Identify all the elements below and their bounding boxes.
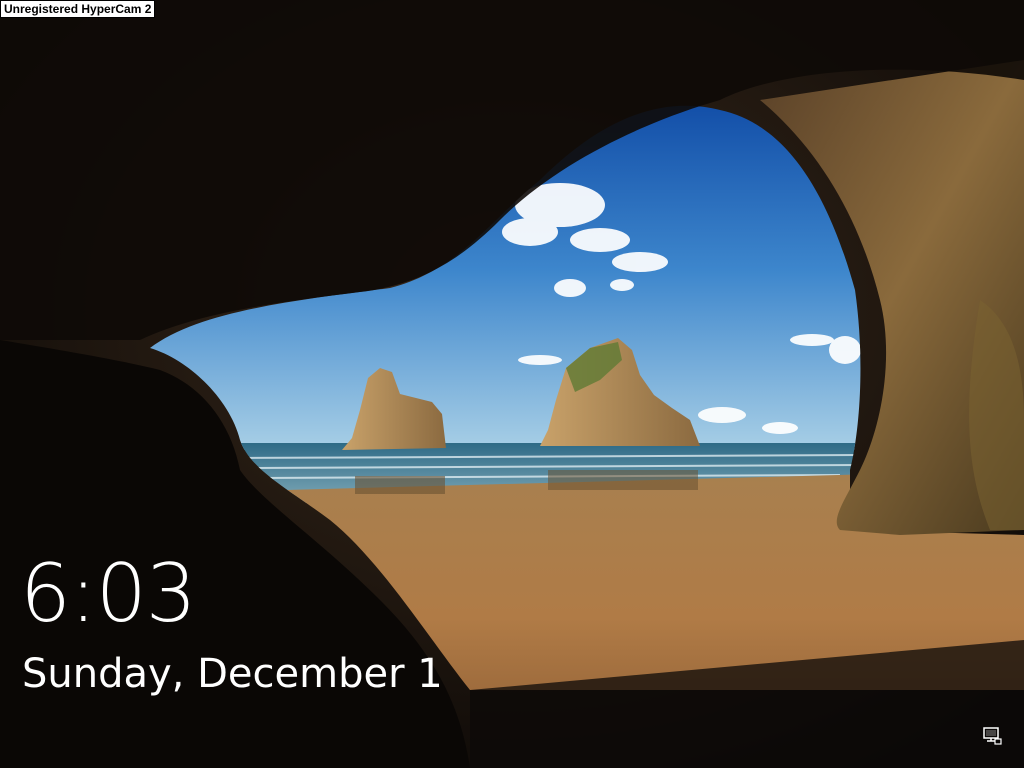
recording-watermark: Unregistered HyperCam 2 [0, 0, 156, 18]
lock-screen-date: Sunday, December 1 [22, 651, 443, 697]
network-icon[interactable] [982, 726, 1002, 746]
lock-screen-clock: 6:03 [20, 547, 197, 640]
lock-screen[interactable]: Unregistered HyperCam 2 6:03 Sunday, Dec… [0, 0, 1024, 768]
